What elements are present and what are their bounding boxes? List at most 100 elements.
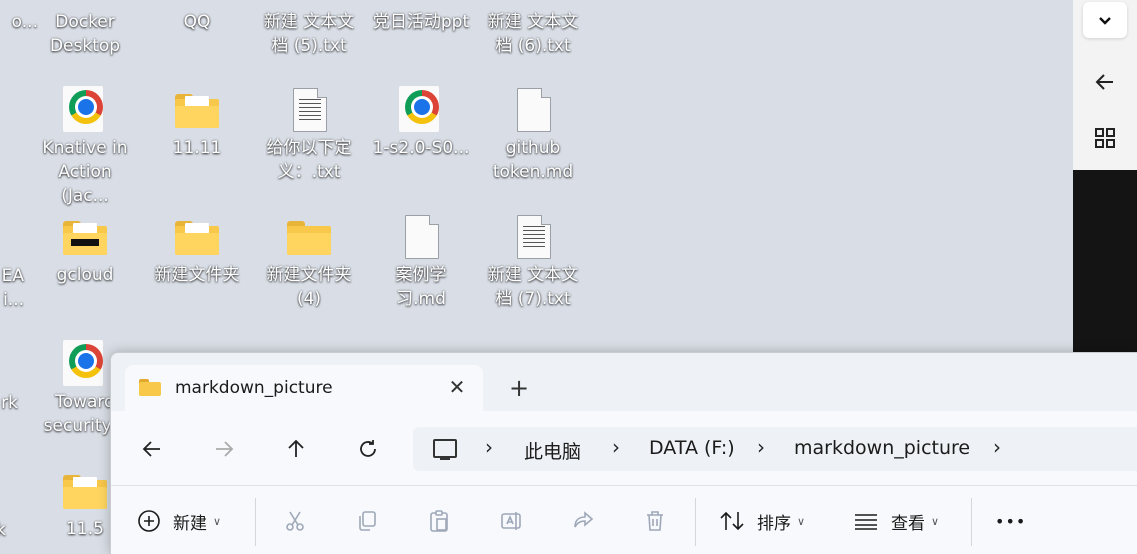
desktop-icon-pdf[interactable]: 1-s2.0-S0... xyxy=(371,86,471,160)
file-explorer-window: markdown_picture ✕ + › 此电脑 › DATA (F:) ›… xyxy=(110,352,1137,554)
desktop-icon-partial[interactable]: k xyxy=(0,518,6,542)
desktop-icon-label: gcloud xyxy=(56,265,114,285)
desktop-icon-label: 新建文件夹 (4) xyxy=(266,265,352,309)
desktop-icon-github-token[interactable]: github token.md xyxy=(483,86,583,184)
desktop-icon-label: 党日活动ppt xyxy=(372,12,470,32)
desktop-icon-label: 案例学习.md xyxy=(395,265,447,309)
desktop-icon-folder-1111[interactable]: 11.11 xyxy=(147,86,247,160)
sort-button[interactable]: 排序 ∨ xyxy=(719,506,805,536)
view-icon xyxy=(855,514,877,530)
desktop-icon-qq[interactable]: QQ xyxy=(147,10,247,34)
cut-icon xyxy=(286,511,304,531)
separator xyxy=(971,498,972,546)
desktop-icon-label: k xyxy=(0,520,6,540)
address-bar[interactable]: › 此电脑 › DATA (F:) › markdown_picture › xyxy=(413,427,1137,471)
breadcrumb-this-pc[interactable]: 此电脑 xyxy=(524,437,581,464)
side-panel xyxy=(1073,0,1137,170)
grid-icon[interactable] xyxy=(1083,120,1127,156)
desktop-icon-txt6[interactable]: 新建 文本文 档 (6).txt xyxy=(483,10,583,58)
copy-button[interactable] xyxy=(355,506,379,536)
new-label: 新建 xyxy=(173,513,207,534)
desktop-icon-label: Knative in Action (Jac... xyxy=(42,138,128,206)
markdown-file-icon xyxy=(397,213,445,261)
plus-circle-icon xyxy=(138,510,160,532)
computer-icon xyxy=(433,439,457,460)
trash-icon xyxy=(647,511,663,531)
desktop-icon-gcloud[interactable]: gcloud xyxy=(35,213,135,287)
desktop-icon-label: 新建 文本文 档 (5).txt xyxy=(263,12,355,56)
chevron-right-icon[interactable]: › xyxy=(612,435,620,459)
folder-icon xyxy=(61,213,109,261)
sort-icon xyxy=(720,511,744,531)
chevron-down-icon: ∨ xyxy=(931,514,940,528)
desktop-icon-label: 给你以下定 义：.txt xyxy=(266,138,352,182)
copy-icon xyxy=(359,511,376,531)
chevron-right-icon[interactable]: › xyxy=(757,435,765,459)
desktop-icon-label: 新建文件夹 xyxy=(154,265,240,285)
desktop-icon-label: 11.11 xyxy=(172,138,222,158)
share-icon xyxy=(574,511,594,528)
view-label: 查看 xyxy=(891,513,925,534)
chevron-right-icon[interactable]: › xyxy=(993,435,1001,459)
tab-title: markdown_picture xyxy=(175,378,333,398)
chrome-icon xyxy=(397,86,445,134)
new-tab-button[interactable]: + xyxy=(503,373,535,403)
desktop-icon-label: 新建 文本文 档 (7).txt xyxy=(487,265,579,309)
desktop-icon-label: o... xyxy=(11,12,38,32)
paste-icon xyxy=(430,510,448,532)
text-file-icon xyxy=(509,213,557,261)
view-button[interactable]: 查看 ∨ xyxy=(853,506,939,536)
tab-strip: markdown_picture ✕ + xyxy=(111,353,1137,411)
markdown-file-icon xyxy=(509,86,557,134)
desktop-icon-knative[interactable]: Knative in Action (Jac... xyxy=(35,86,135,208)
tab-markdown-picture[interactable]: markdown_picture ✕ xyxy=(125,365,483,411)
separator xyxy=(695,498,696,546)
chrome-icon xyxy=(61,340,109,388)
folder-icon xyxy=(173,213,221,261)
desktop-icon-case-study[interactable]: 案例学习.md xyxy=(371,213,471,311)
folder-icon xyxy=(173,86,221,134)
forward-button[interactable] xyxy=(204,429,244,469)
desktop-icon-ppt[interactable]: 党日活动ppt xyxy=(371,10,471,34)
sort-label: 排序 xyxy=(757,513,791,534)
desktop-icon-label: 1-s2.0-S0... xyxy=(372,138,470,158)
navigation-bar: › 此电脑 › DATA (F:) › markdown_picture › xyxy=(111,411,1137,485)
delete-button[interactable] xyxy=(643,506,667,536)
more-icon: ••• xyxy=(995,511,1027,531)
rename-icon xyxy=(501,512,521,530)
share-button[interactable] xyxy=(571,506,595,536)
desktop-icon-new-folder-4[interactable]: 新建文件夹 (4) xyxy=(259,213,359,311)
back-button[interactable] xyxy=(132,429,172,469)
arrow-left-icon[interactable] xyxy=(1083,64,1127,100)
desktop-icon-label: github token.md xyxy=(492,138,574,182)
breadcrumb-data-drive[interactable]: DATA (F:) xyxy=(649,437,735,459)
desktop-icon-partial[interactable]: EA i... xyxy=(0,264,24,312)
desktop-icon-label: Docker Desktop xyxy=(49,12,121,56)
desktop-icon-partial[interactable]: rk xyxy=(0,391,18,415)
paste-button[interactable] xyxy=(427,506,451,536)
more-options-button[interactable]: ••• xyxy=(995,506,1026,536)
text-file-icon xyxy=(285,86,333,134)
folder-icon xyxy=(61,467,109,515)
cut-button[interactable] xyxy=(283,506,307,536)
rename-button[interactable] xyxy=(499,506,523,536)
desktop-icon-txt7[interactable]: 新建 文本文 档 (7).txt xyxy=(483,213,583,311)
desktop-icon-partial[interactable]: o... xyxy=(0,10,38,34)
desktop-icon-definition-txt[interactable]: 给你以下定 义：.txt xyxy=(259,86,359,184)
command-bar: 新建 ∨ 排序 ∨ 查看 ∨ ••• xyxy=(111,485,1137,554)
chevron-right-icon[interactable]: › xyxy=(485,435,493,459)
separator xyxy=(255,498,256,546)
desktop-icon-docker[interactable]: Docker Desktop xyxy=(35,10,135,58)
desktop-icon-label: 新建 文本文 档 (6).txt xyxy=(487,12,579,56)
desktop-icon-label: QQ xyxy=(183,12,211,32)
new-button[interactable]: 新建 ∨ xyxy=(137,506,221,536)
desktop-icon-new-folder[interactable]: 新建文件夹 xyxy=(147,213,247,287)
refresh-button[interactable] xyxy=(348,429,388,469)
chevron-down-icon[interactable] xyxy=(1083,2,1127,38)
breadcrumb-markdown-picture[interactable]: markdown_picture xyxy=(794,437,970,459)
chevron-down-icon: ∨ xyxy=(213,514,222,528)
desktop-icon-txt5[interactable]: 新建 文本文 档 (5).txt xyxy=(259,10,359,58)
desktop-icon-label: EA i... xyxy=(1,266,24,310)
up-button[interactable] xyxy=(276,429,316,469)
close-icon[interactable]: ✕ xyxy=(443,373,471,401)
